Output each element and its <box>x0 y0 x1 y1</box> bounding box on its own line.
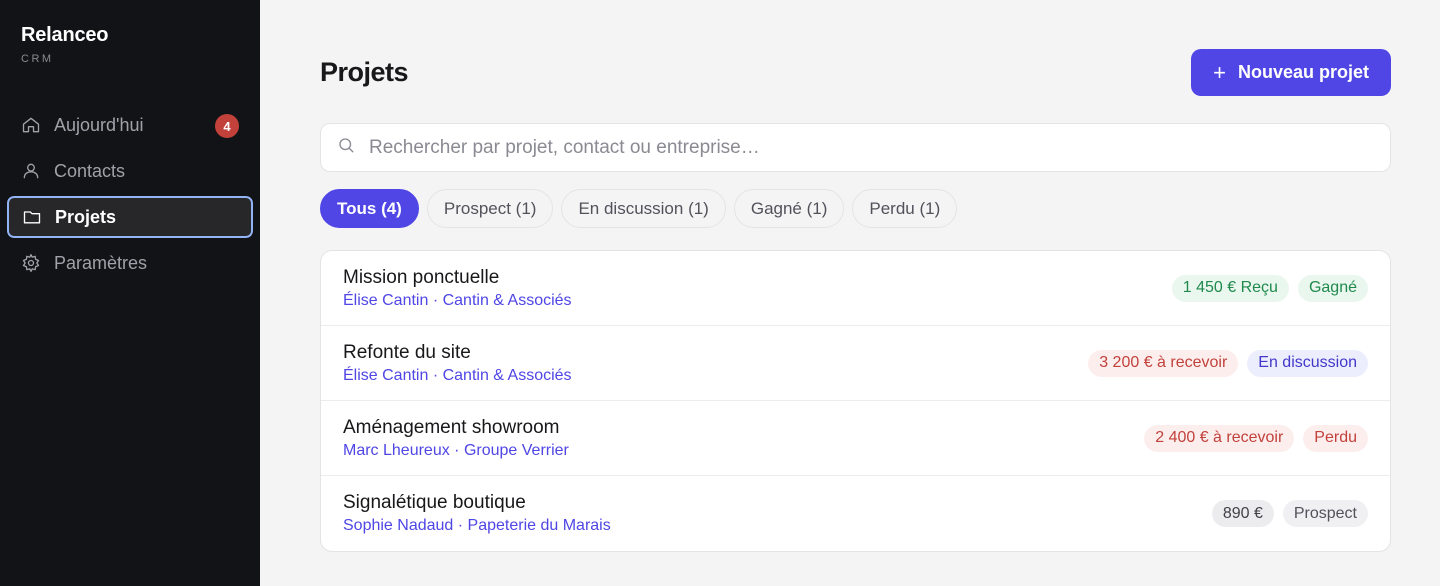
list-item[interactable]: Signalétique boutique Sophie Nadaud · Pa… <box>321 476 1390 551</box>
search-icon <box>337 136 355 159</box>
project-info: Mission ponctuelle Élise Cantin · Cantin… <box>343 267 572 310</box>
sidebar-item-contacts[interactable]: Contacts <box>6 149 254 193</box>
sidebar-nav: Aujourd'hui 4 Contacts Projets Paramètre… <box>6 103 254 285</box>
filter-lost[interactable]: Perdu (1) <box>852 189 958 228</box>
page-title: Projets <box>320 57 409 87</box>
project-contact: Marc Lheureux · Groupe Verrier <box>343 441 569 459</box>
sidebar-item-label: Aujourd'hui <box>54 114 144 135</box>
status-badge: Gagné <box>1297 274 1368 302</box>
gear-icon <box>20 252 42 274</box>
sidebar-item-label: Contacts <box>54 160 126 181</box>
search-bar <box>320 123 1391 172</box>
page-header: Projets + Nouveau projet <box>320 49 1391 96</box>
amount-badge: 890 € <box>1211 500 1274 527</box>
amount-badge: 1 450 € Reçu <box>1171 274 1289 302</box>
status-badge: Perdu <box>1303 424 1368 452</box>
status-badge: Prospect <box>1282 500 1368 527</box>
project-meta: 2 400 € à recevoir Perdu <box>1144 424 1368 452</box>
sidebar-item-projects[interactable]: Projets <box>6 195 254 239</box>
project-info: Refonte du site Élise Cantin · Cantin & … <box>343 342 572 385</box>
project-meta: 890 € Prospect <box>1211 500 1368 527</box>
sidebar: Relanceo CRM Aujourd'hui 4 Contacts Proj… <box>0 0 260 586</box>
sidebar-item-label: Paramètres <box>54 252 148 273</box>
project-list: Mission ponctuelle Élise Cantin · Cantin… <box>320 250 1391 552</box>
search-input[interactable] <box>369 136 1374 159</box>
new-project-button[interactable]: + Nouveau projet <box>1191 49 1391 96</box>
amount-badge: 2 400 € à recevoir <box>1144 424 1295 452</box>
project-title: Signalétique boutique <box>343 492 526 513</box>
sidebar-item-today[interactable]: Aujourd'hui 4 <box>6 103 254 147</box>
folder-icon <box>21 206 43 228</box>
project-contact: Sophie Nadaud · Papeterie du Marais <box>343 517 611 534</box>
project-meta: 1 450 € Reçu Gagné <box>1171 274 1368 302</box>
new-project-label: Nouveau projet <box>1237 62 1369 82</box>
brand-name: Relanceo <box>21 24 109 46</box>
project-title: Refonte du site <box>343 341 471 363</box>
filter-prospect[interactable]: Prospect (1) <box>426 189 554 228</box>
filter-discussion[interactable]: En discussion (1) <box>561 189 726 228</box>
plus-icon: + <box>1213 59 1226 85</box>
filter-all[interactable]: Tous (4) <box>320 189 419 228</box>
project-title: Mission ponctuelle <box>343 266 500 288</box>
user-icon <box>20 160 42 182</box>
project-meta: 3 200 € à recevoir En discussion <box>1088 349 1368 377</box>
sidebar-item-settings[interactable]: Paramètres <box>6 241 254 285</box>
amount-badge: 3 200 € à recevoir <box>1088 349 1239 377</box>
home-icon <box>20 114 42 136</box>
main-content: Projets + Nouveau projet Tous (4) Prospe… <box>260 0 1440 586</box>
project-contact: Élise Cantin · Cantin & Associés <box>343 291 572 309</box>
notification-badge: 4 <box>215 114 239 138</box>
project-info: Signalétique boutique Sophie Nadaud · Pa… <box>343 492 611 535</box>
project-info: Aménagement showroom Marc Lheureux · Gro… <box>343 417 569 460</box>
status-filters: Tous (4) Prospect (1) En discussion (1) … <box>320 189 1391 228</box>
list-item[interactable]: Refonte du site Élise Cantin · Cantin & … <box>321 326 1390 401</box>
list-item[interactable]: Mission ponctuelle Élise Cantin · Cantin… <box>321 251 1390 326</box>
sidebar-item-label: Projets <box>55 206 117 227</box>
status-badge: En discussion <box>1247 349 1368 377</box>
brand-sub: CRM <box>21 53 54 65</box>
brand: Relanceo CRM <box>6 24 254 65</box>
project-contact: Élise Cantin · Cantin & Associés <box>343 366 572 384</box>
list-item[interactable]: Aménagement showroom Marc Lheureux · Gro… <box>321 401 1390 476</box>
filter-won[interactable]: Gagné (1) <box>733 189 845 228</box>
project-title: Aménagement showroom <box>343 416 560 438</box>
